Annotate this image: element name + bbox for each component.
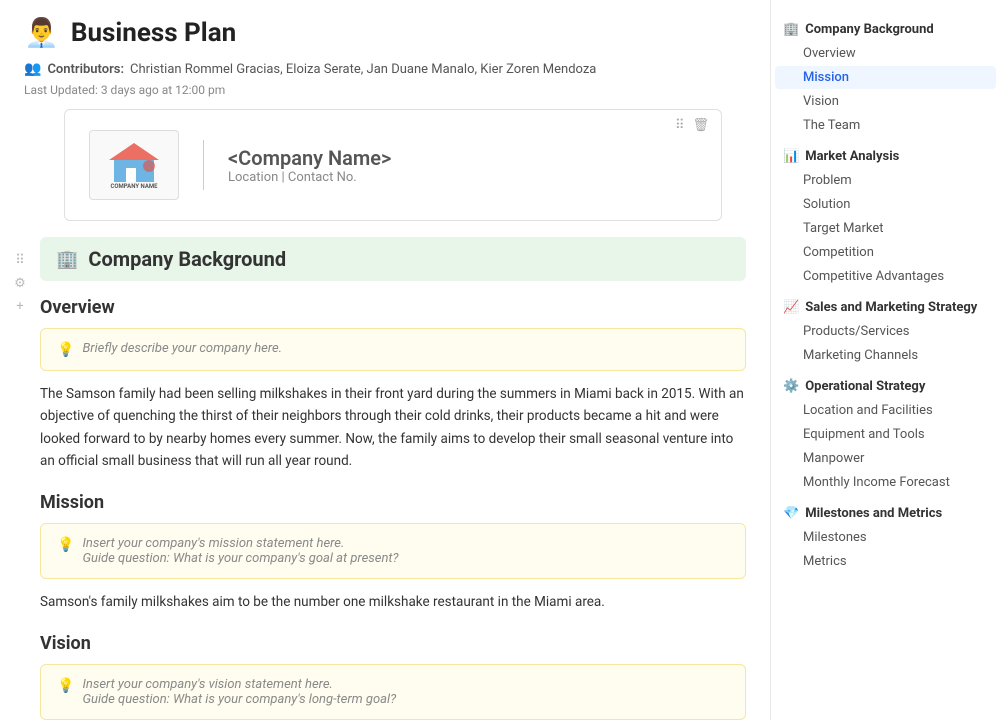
settings-gutter-icon[interactable]: ⚙ [14, 276, 26, 291]
sidebar-group-operational-strategy-title[interactable]: ⚙️ Operational Strategy [771, 373, 1000, 398]
sidebar-item-equipment-tools[interactable]: Equipment and Tools [775, 423, 996, 446]
sidebar-company-icon: 🏢 [783, 22, 799, 37]
company-background-title: Company Background [88, 247, 286, 271]
sidebar-group-milestones-metrics-title[interactable]: 💎 Milestones and Metrics [771, 500, 1000, 525]
company-sub: Location | Contact No. [228, 170, 391, 185]
delete-icon[interactable]: 🗑 [692, 118, 709, 133]
sidebar-item-the-team[interactable]: The Team [775, 114, 996, 137]
sidebar-item-vision[interactable]: Vision [775, 90, 996, 113]
logo-image: COMPANY NAME [89, 130, 179, 200]
drag-gutter-icon[interactable]: ⠿ [15, 253, 25, 268]
section-controls[interactable]: ⠿ 🗑 [675, 118, 709, 133]
logo-section: ⠿ 🗑 COMPANY NAME <Company Name> [64, 109, 722, 221]
company-background-icon: 🏢 [56, 249, 78, 270]
overview-section: Overview 💡 Briefly describe your company… [40, 297, 746, 472]
page-title: Business Plan [71, 18, 236, 48]
sidebar-item-competitive-advantages[interactable]: Competitive Advantages [775, 265, 996, 288]
drag-icon[interactable]: ⠿ [675, 118, 685, 133]
vision-title: Vision [40, 633, 746, 654]
contributors-icon: 👥 [24, 61, 41, 77]
vision-section: Vision 💡 Insert your company's vision st… [40, 633, 746, 720]
overview-title: Overview [40, 297, 746, 318]
hint-bulb-icon: 💡 [57, 342, 74, 358]
sidebar: 🏢 Company Background Overview Mission Vi… [770, 0, 1000, 720]
sidebar-item-mission[interactable]: Mission [775, 66, 996, 89]
vision-hint: 💡 Insert your company's vision statement… [40, 664, 746, 720]
overview-hint-text: Briefly describe your company here. [82, 341, 282, 356]
last-updated: Last Updated: 3 days ago at 12:00 pm [0, 81, 770, 109]
contributors-names: Christian Rommel Gracias, Eloiza Serate,… [130, 62, 596, 77]
sidebar-milestones-icon: 💎 [783, 506, 799, 521]
sidebar-group-company-background-title[interactable]: 🏢 Company Background [771, 16, 1000, 41]
sidebar-item-marketing-channels[interactable]: Marketing Channels [775, 344, 996, 367]
contributors-label: Contributors: [47, 62, 124, 77]
sidebar-item-solution[interactable]: Solution [775, 193, 996, 216]
vision-hint-text: Insert your company's vision statement h… [82, 677, 396, 692]
mission-guide-text: Guide question: What is your company's g… [82, 551, 398, 566]
contributors-row: 👥 Contributors: Christian Rommel Gracias… [0, 57, 770, 81]
company-name: <Company Name> [228, 146, 391, 170]
overview-hint: 💡 Briefly describe your company here. [40, 328, 746, 371]
page-emoji: 👨‍💼 [24, 16, 59, 49]
sidebar-market-icon: 📊 [783, 149, 799, 164]
sidebar-item-manpower[interactable]: Manpower [775, 447, 996, 470]
mission-body: Samson's family milkshakes aim to be the… [40, 591, 746, 613]
mission-hint-text: Insert your company's mission statement … [82, 536, 398, 551]
sidebar-sales-icon: 📈 [783, 300, 799, 315]
sidebar-group-company-background: 🏢 Company Background Overview Mission Vi… [771, 16, 1000, 137]
sidebar-item-problem[interactable]: Problem [775, 169, 996, 192]
sidebar-item-products-services[interactable]: Products/Services [775, 320, 996, 343]
mission-hint-icon: 💡 [57, 537, 74, 553]
sidebar-group-sales-marketing: 📈 Sales and Marketing Strategy Products/… [771, 294, 1000, 367]
mission-section: Mission 💡 Insert your company's mission … [40, 492, 746, 613]
sidebar-item-overview[interactable]: Overview [775, 42, 996, 65]
sidebar-group-milestones-metrics: 💎 Milestones and Metrics Milestones Metr… [771, 500, 1000, 573]
sidebar-operational-icon: ⚙️ [783, 379, 799, 394]
svg-text:COMPANY NAME: COMPANY NAME [110, 183, 158, 188]
sidebar-group-sales-marketing-title[interactable]: 📈 Sales and Marketing Strategy [771, 294, 1000, 319]
mission-title: Mission [40, 492, 746, 513]
company-background-header: 🏢 Company Background [40, 237, 746, 281]
sidebar-group-market-analysis-title[interactable]: 📊 Market Analysis [771, 143, 1000, 168]
sidebar-item-monthly-income-forecast[interactable]: Monthly Income Forecast [775, 471, 996, 494]
company-info: <Company Name> Location | Contact No. [228, 146, 391, 185]
overview-body: The Samson family had been selling milks… [40, 383, 746, 472]
sidebar-group-market-analysis: 📊 Market Analysis Problem Solution Targe… [771, 143, 1000, 288]
sidebar-group-operational-strategy: ⚙️ Operational Strategy Location and Fac… [771, 373, 1000, 494]
vision-guide-text: Guide question: What is your company's l… [82, 692, 396, 707]
sidebar-item-metrics[interactable]: Metrics [775, 550, 996, 573]
sidebar-item-target-market[interactable]: Target Market [775, 217, 996, 240]
sidebar-item-location-facilities[interactable]: Location and Facilities [775, 399, 996, 422]
mission-hint: 💡 Insert your company's mission statemen… [40, 523, 746, 579]
sidebar-item-milestones[interactable]: Milestones [775, 526, 996, 549]
vision-hint-icon: 💡 [57, 678, 74, 694]
sidebar-item-competition[interactable]: Competition [775, 241, 996, 264]
add-gutter-icon[interactable]: + [16, 299, 23, 314]
left-gutter: ⠿ ⚙ + [0, 237, 40, 720]
